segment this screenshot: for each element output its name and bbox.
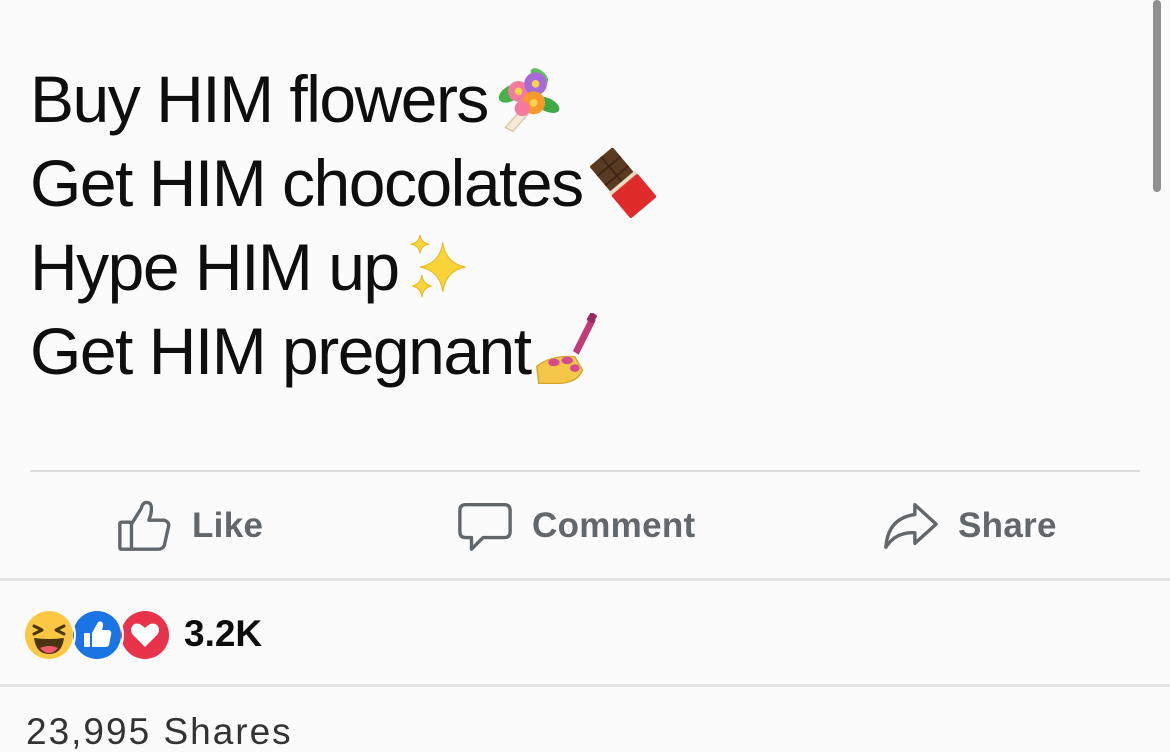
- haha-reaction-icon: [22, 608, 76, 662]
- post-text: Buy HIM flowers Get HIM chocolates Hype …: [30, 57, 661, 393]
- post-line: Get HIM pregnant: [30, 309, 661, 393]
- share-arrow-icon: [882, 497, 940, 555]
- section-divider: [0, 578, 1170, 581]
- action-bar: Like Comment Share: [0, 472, 1170, 578]
- reaction-icons: [22, 608, 172, 662]
- section-divider: [0, 684, 1170, 687]
- love-reaction-icon: [118, 608, 172, 662]
- comment-button[interactable]: Comment: [456, 498, 696, 554]
- comment-label: Comment: [532, 506, 696, 545]
- reactions-summary[interactable]: 3.2K: [22, 604, 262, 664]
- reaction-count: 3.2K: [184, 613, 263, 654]
- bouquet-emoji: [490, 61, 566, 137]
- share-label: Share: [958, 506, 1057, 545]
- post-line-text: Get HIM pregnant: [30, 314, 532, 388]
- scrollbar[interactable]: [1153, 0, 1161, 192]
- like-button[interactable]: Like: [116, 498, 263, 554]
- shares-count[interactable]: 23,995 Shares: [26, 712, 293, 752]
- like-reaction-icon: [70, 608, 124, 662]
- like-label: Like: [192, 506, 264, 545]
- share-button[interactable]: Share: [882, 498, 1057, 554]
- post-line-text: Buy HIM flowers: [30, 62, 489, 136]
- post-line-text: Get HIM chocolates: [30, 146, 584, 220]
- nail-polish-emoji: [533, 313, 609, 389]
- post-line: Get HIM chocolates: [30, 141, 661, 225]
- post-line: Hype HIM up: [30, 225, 661, 309]
- sparkles-emoji: [401, 229, 477, 305]
- thumbs-up-icon: [116, 497, 174, 555]
- chocolate-bar-emoji: [585, 145, 661, 221]
- post-line-text: Hype HIM up: [30, 230, 400, 304]
- speech-bubble-icon: [456, 497, 514, 555]
- post-line: Buy HIM flowers: [30, 57, 661, 141]
